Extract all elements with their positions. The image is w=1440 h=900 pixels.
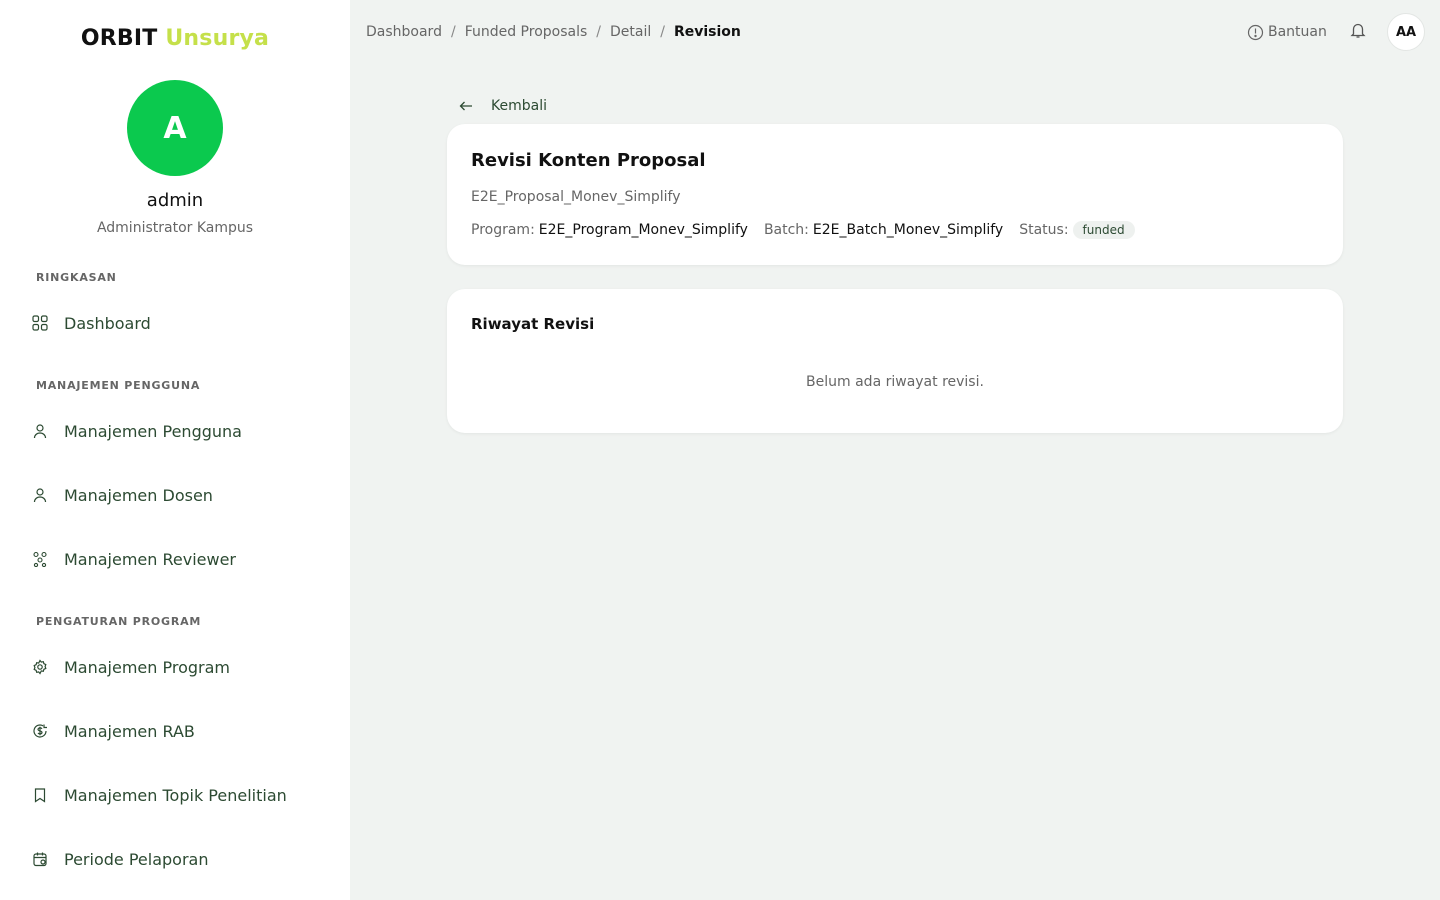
profile-avatar-button[interactable]: AA	[1387, 13, 1425, 51]
proposal-summary-card: Revisi Konten Proposal E2E_Proposal_Mone…	[447, 124, 1343, 265]
user-icon	[32, 423, 48, 439]
help-button[interactable]: Bantuan	[1247, 22, 1327, 42]
program-label: Program:	[471, 222, 535, 238]
breadcrumb-separator: /	[660, 24, 665, 40]
status-label: Status:	[1019, 222, 1069, 238]
sidebar-item-periode-pelaporan[interactable]: Periode Pelaporan	[20, 839, 330, 879]
sidebar-item-label: Manajemen Topik Penelitian	[64, 785, 287, 805]
section-label-pengaturan-program: PENGATURAN PROGRAM	[36, 615, 202, 628]
sidebar-item-label: Dashboard	[64, 313, 151, 333]
page-title: Revisi Konten Proposal	[471, 150, 706, 171]
section-label-ringkasan: RINGKASAN	[36, 271, 117, 284]
money-icon	[32, 723, 48, 739]
sidebar-item-label: Manajemen RAB	[64, 721, 195, 741]
sidebar-item-manajemen-dosen[interactable]: Manajemen Dosen	[20, 475, 330, 515]
user-name: admin	[146, 190, 204, 211]
status-badge: funded	[1072, 221, 1135, 239]
sidebar-item-label: Manajemen Pengguna	[64, 421, 242, 441]
arrow-left-icon	[458, 98, 474, 114]
sidebar-item-label: Manajemen Dosen	[64, 485, 213, 505]
sidebar-item-label: Periode Pelaporan	[64, 849, 209, 869]
sidebar-item-manajemen-reviewer[interactable]: Manajemen Reviewer	[20, 539, 330, 579]
breadcrumb-dashboard[interactable]: Dashboard	[366, 24, 442, 40]
brand-name: ORBIT	[80, 26, 158, 51]
breadcrumb-funded-proposals[interactable]: Funded Proposals	[465, 24, 588, 40]
sidebar-item-manajemen-topik-penelitian[interactable]: Manajemen Topik Penelitian	[20, 775, 330, 815]
batch-value: E2E_Batch_Monev_Simplify	[812, 222, 1004, 238]
section-label-manajemen-pengguna: MANAJEMEN PENGGUNA	[36, 379, 201, 392]
sidebar-item-label: Manajemen Program	[64, 657, 231, 677]
user-avatar: A	[127, 80, 223, 176]
grid-icon	[32, 315, 48, 331]
sidebar-item-label: Manajemen Reviewer	[64, 549, 237, 569]
sidebar-item-manajemen-program[interactable]: Manajemen Program	[20, 647, 330, 687]
sidebar-item-manajemen-pengguna[interactable]: Manajemen Pengguna	[20, 411, 330, 451]
revision-history-card: Riwayat Revisi Belum ada riwayat revisi.	[447, 289, 1343, 433]
sidebar-item-dashboard[interactable]: Dashboard	[20, 303, 330, 343]
proposal-meta: Program: E2E_Program_Monev_Simplify Batc…	[471, 220, 1135, 240]
bookmark-icon	[32, 787, 48, 803]
breadcrumb-detail[interactable]: Detail	[610, 24, 651, 40]
breadcrumb: Dashboard / Funded Proposals / Detail / …	[366, 22, 741, 42]
gear-icon	[32, 659, 48, 675]
calendar-icon	[32, 851, 48, 867]
sidebar: ORBIT Unsurya A admin Administrator Kamp…	[0, 0, 350, 900]
brand-suffix: Unsurya	[165, 26, 270, 51]
program-value: E2E_Program_Monev_Simplify	[538, 222, 748, 238]
proposal-name: E2E_Proposal_Monev_Simplify	[471, 189, 681, 205]
back-label: Kembali	[491, 98, 547, 114]
notification-button[interactable]	[1348, 22, 1368, 42]
empty-state-text: Belum ada riwayat revisi.	[806, 374, 984, 390]
bell-icon	[1349, 21, 1367, 43]
users-network-icon	[32, 551, 48, 567]
breadcrumb-current: Revision	[673, 24, 741, 40]
brand-logo: ORBIT Unsurya	[0, 26, 350, 51]
breadcrumb-separator: /	[450, 24, 456, 40]
info-icon	[1247, 24, 1264, 41]
breadcrumb-separator: /	[596, 24, 601, 40]
back-link[interactable]: Kembali	[458, 96, 547, 116]
user-icon	[32, 487, 48, 503]
help-label: Bantuan	[1268, 24, 1327, 40]
revision-history-title: Riwayat Revisi	[471, 315, 595, 333]
user-role: Administrator Kampus	[96, 220, 254, 236]
batch-label: Batch:	[763, 222, 809, 238]
sidebar-item-manajemen-rab[interactable]: Manajemen RAB	[20, 711, 330, 751]
